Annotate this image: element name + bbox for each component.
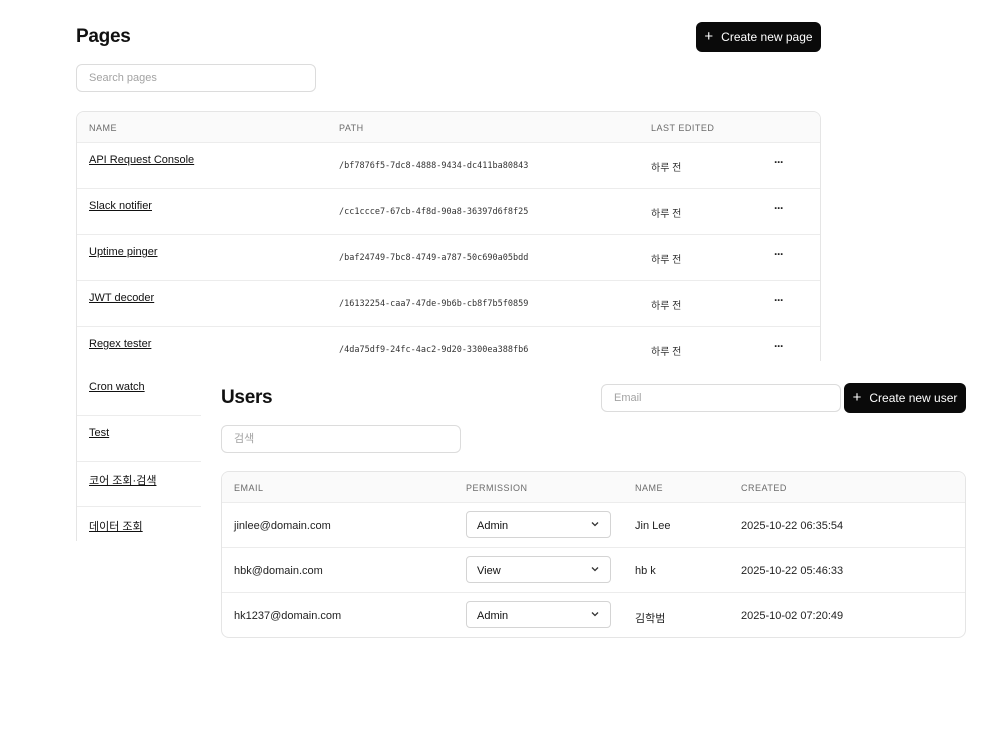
pages-table-overflow: Cron watch Test 코어 조회·검색 데이터 조회	[76, 361, 201, 541]
page-name-link[interactable]: API Request Console	[89, 154, 194, 166]
column-header-last-edited: LAST EDITED	[651, 123, 715, 133]
more-options-icon[interactable]: ···	[774, 155, 784, 169]
column-header-name: NAME	[635, 483, 664, 493]
column-header-name: NAME	[89, 123, 118, 133]
create-new-user-label: Create new user	[869, 391, 958, 405]
permission-value: Admin	[477, 520, 509, 532]
table-row: 데이터 조회	[77, 507, 201, 553]
column-header-permission: PERMISSION	[466, 483, 528, 493]
pages-title: Pages	[76, 26, 131, 47]
user-email: hk1237@domain.com	[234, 610, 342, 622]
column-header-email: EMAIL	[234, 483, 264, 493]
page-name-link[interactable]: Test	[89, 427, 109, 439]
table-row: hk1237@domain.com Admin 김학범 2025-10-02 0…	[222, 593, 965, 637]
more-options-icon[interactable]: ···	[774, 293, 784, 307]
page-name-link[interactable]: Uptime pinger	[89, 246, 157, 258]
chevron-down-icon	[591, 522, 599, 527]
user-email: jinlee@domain.com	[234, 520, 331, 532]
page-last-edited: 하루 전	[651, 255, 682, 266]
page-last-edited: 하루 전	[651, 301, 682, 312]
page-path: /cc1ccce7-67cb-4f8d-90a8-36397d6f8f25	[339, 207, 529, 217]
column-header-created: CREATED	[741, 483, 787, 493]
user-created: 2025-10-22 06:35:54	[741, 520, 844, 532]
user-email: hbk@domain.com	[234, 565, 323, 577]
page-path: /baf24749-7bc8-4749-a787-50c690a05bdd	[339, 253, 529, 263]
create-new-page-button[interactable]: + Create new page	[696, 22, 821, 52]
chevron-down-icon	[591, 612, 599, 617]
table-row: Cron watch	[77, 361, 201, 416]
user-created: 2025-10-02 07:20:49	[741, 610, 844, 622]
column-header-path: PATH	[339, 123, 364, 133]
pages-table: NAME PATH LAST EDITED API Request Consol…	[76, 111, 821, 361]
more-options-icon[interactable]: ···	[774, 247, 784, 261]
permission-select[interactable]: View	[466, 556, 611, 583]
user-name: hb k	[635, 565, 656, 577]
table-row: 코어 조회·검색	[77, 461, 201, 507]
page-last-edited: 하루 전	[651, 163, 682, 174]
page-last-edited: 하루 전	[651, 209, 682, 220]
plus-icon: +	[704, 28, 714, 45]
email-input[interactable]	[601, 384, 841, 412]
user-created: 2025-10-22 05:46:33	[741, 565, 844, 577]
table-row: jinlee@domain.com Admin Jin Lee 2025-10-…	[222, 503, 965, 548]
create-new-page-label: Create new page	[721, 30, 813, 44]
permission-select[interactable]: Admin	[466, 511, 611, 538]
user-name: Jin Lee	[635, 520, 671, 532]
page-last-edited: 하루 전	[651, 347, 682, 358]
search-users-input[interactable]	[221, 425, 461, 453]
page-path: /4da75df9-24fc-4ac2-9d20-3300ea388fb6	[339, 345, 529, 355]
page-name-link[interactable]: 코어 조회·검색	[89, 472, 156, 488]
table-row: Slack notifier /cc1ccce7-67cb-4f8d-90a8-…	[77, 189, 820, 235]
page-name-link[interactable]: Cron watch	[89, 381, 145, 393]
more-options-icon[interactable]: ···	[774, 339, 784, 353]
page-path: /16132254-caa7-47de-9b6b-cb8f7b5f0859	[339, 299, 529, 309]
plus-icon: +	[852, 389, 862, 406]
search-pages-input[interactable]	[76, 64, 316, 92]
table-row: API Request Console /bf7876f5-7dc8-4888-…	[77, 143, 820, 189]
page-name-link[interactable]: Regex tester	[89, 338, 151, 350]
user-name: 김학범	[635, 613, 666, 625]
permission-value: View	[477, 565, 501, 577]
page-name-link[interactable]: Slack notifier	[89, 200, 152, 212]
page-name-link[interactable]: JWT decoder	[89, 292, 154, 304]
users-table-header: EMAIL PERMISSION NAME CREATED	[222, 472, 965, 503]
table-row: Uptime pinger /baf24749-7bc8-4749-a787-5…	[77, 235, 820, 281]
table-row: hbk@domain.com View hb k 2025-10-22 05:4…	[222, 548, 965, 593]
permission-value: Admin	[477, 610, 509, 622]
page-path: /bf7876f5-7dc8-4888-9434-dc411ba80843	[339, 161, 529, 171]
users-title: Users	[221, 387, 273, 408]
table-row: Regex tester /4da75df9-24fc-4ac2-9d20-33…	[77, 327, 820, 361]
pages-table-header: NAME PATH LAST EDITED	[77, 112, 820, 143]
more-options-icon[interactable]: ···	[774, 201, 784, 215]
permission-select[interactable]: Admin	[466, 601, 611, 628]
page-name-link[interactable]: 데이터 조회	[89, 518, 143, 534]
create-new-user-button[interactable]: + Create new user	[844, 383, 966, 413]
users-table: EMAIL PERMISSION NAME CREATED jinlee@dom…	[221, 471, 966, 638]
table-row: JWT decoder /16132254-caa7-47de-9b6b-cb8…	[77, 281, 820, 327]
chevron-down-icon	[591, 567, 599, 572]
table-row: Test	[77, 416, 201, 462]
